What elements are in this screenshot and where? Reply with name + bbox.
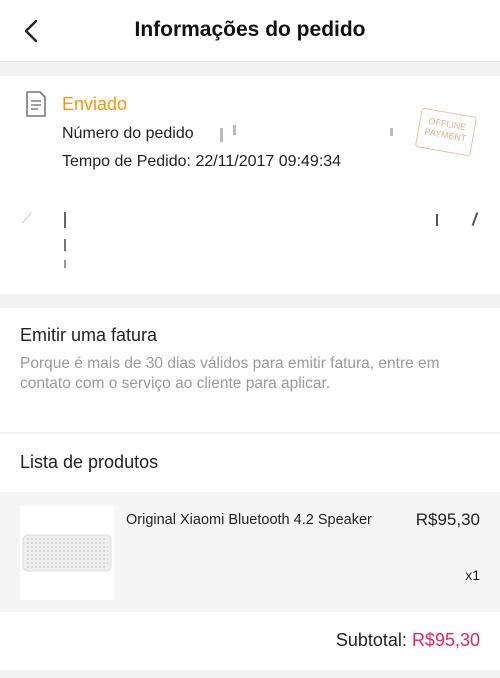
subtotal-value: R$95,30: [411, 630, 480, 650]
product-list-title: Lista de produtos: [20, 452, 159, 472]
order-time-value: 22/11/2017 09:49:34: [195, 153, 342, 170]
redacted-mark: [471, 212, 479, 226]
product-list-header: Lista de produtos: [0, 434, 500, 492]
speaker-icon: [22, 534, 112, 572]
invoice-title: Emitir uma fatura: [20, 325, 158, 345]
product-item[interactable]: Original Xiaomi Bluetooth 4.2 Speaker R$…: [0, 492, 500, 612]
order-status: Enviado: [62, 94, 128, 114]
redacted-mark: [64, 212, 66, 228]
redacted-mark: [436, 214, 438, 226]
page-title: Informações do pedido: [134, 18, 366, 41]
order-time-label: Tempo de Pedido:: [62, 153, 191, 170]
order-number-label: Número do pedido: [62, 125, 194, 142]
order-info-card: Enviado Número do pedido Tempo de Pedido…: [0, 76, 500, 294]
redacted-mark: [64, 260, 66, 268]
product-quantity: x1: [465, 567, 480, 583]
subtotal-row: Subtotal: R$95,30: [0, 612, 500, 670]
order-time: Tempo de Pedido: 22/11/2017 09:49:34: [62, 153, 341, 171]
redacted-mark: [390, 128, 393, 136]
redacted-mark: ⟋: [22, 210, 32, 226]
invoice-card: Emitir uma fatura Porque é mais de 30 di…: [0, 308, 500, 432]
document-icon: [26, 91, 46, 117]
product-name[interactable]: Original Xiaomi Bluetooth 4.2 Speaker: [126, 511, 376, 530]
top-bar: Informações do pedido: [0, 0, 500, 62]
redacted-mark: [220, 128, 223, 142]
product-price: R$95,30: [415, 510, 480, 529]
redacted-mark: [233, 125, 236, 135]
subtotal: Subtotal: R$95,30: [336, 630, 480, 651]
subtotal-label: Subtotal:: [335, 630, 407, 650]
offline-payment-stamp: OFFLINE PAYMENT: [414, 107, 478, 157]
invoice-description: Porque é mais de 30 dias válidos para em…: [20, 355, 440, 392]
product-image[interactable]: [20, 506, 114, 600]
redacted-mark: [64, 239, 66, 251]
